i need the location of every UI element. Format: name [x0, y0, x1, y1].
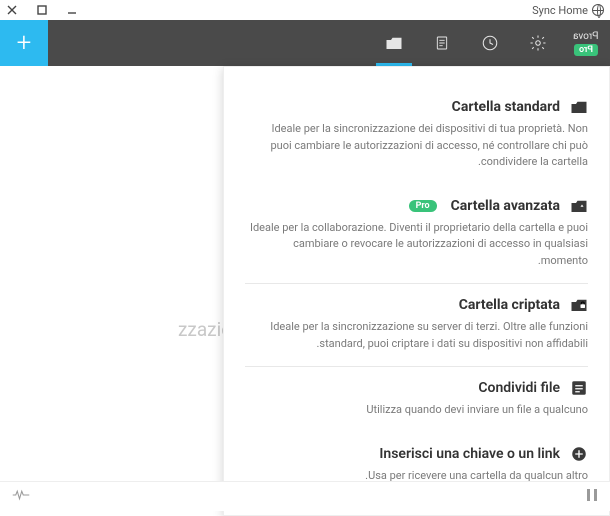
window-title-area: Sync Home — [532, 4, 604, 17]
menu-item-desc: Ideale per la collaborazione. Diventi il… — [248, 220, 588, 270]
status-bar — [0, 481, 610, 511]
document-icon — [434, 35, 450, 51]
add-menu-dropdown: Cartella standard Ideale per la sincroni… — [223, 66, 610, 516]
window-controls — [6, 4, 78, 16]
menu-item-encrypted-folder[interactable]: Cartella criptata Ideale per la sincroni… — [245, 283, 588, 366]
menu-item-title: Inserisci una chiave o un link — [379, 446, 560, 462]
window-title: Sync Home — [532, 4, 588, 17]
trial-label: Prova — [573, 31, 598, 42]
files-tab[interactable] — [418, 20, 466, 66]
minimize-icon[interactable] — [66, 4, 78, 16]
close-icon[interactable] — [6, 4, 18, 16]
menu-item-title: Cartella standard — [452, 99, 560, 115]
add-button[interactable]: + — [0, 20, 48, 66]
folder-icon — [385, 35, 403, 51]
main-toolbar: Prova Pro + — [0, 20, 610, 66]
share-icon — [570, 379, 588, 397]
globe-icon — [592, 4, 604, 16]
menu-item-standard-folder[interactable]: Cartella standard Ideale per la sincroni… — [245, 86, 588, 185]
pro-badge: Pro — [409, 200, 437, 212]
menu-item-title: Cartella criptata — [459, 297, 560, 313]
pro-badge: Pro — [574, 44, 598, 56]
menu-item-desc: Ideale per la sincronizzazione dei dispo… — [248, 121, 588, 171]
menu-item-title: Condividi file — [478, 380, 560, 396]
folder-icon — [570, 98, 588, 116]
menu-item-title: Cartella avanzata — [451, 198, 560, 214]
history-tab[interactable] — [466, 20, 514, 66]
menu-item-desc: Utilizza quando devi inviare un file a q… — [248, 402, 588, 419]
window-titlebar: Sync Home — [0, 0, 610, 20]
folder-advanced-icon — [570, 197, 588, 215]
plus-circle-icon — [570, 445, 588, 463]
settings-tab[interactable] — [514, 20, 562, 66]
pause-button[interactable] — [586, 487, 598, 506]
plus-icon: + — [17, 28, 32, 58]
activity-icon[interactable] — [12, 487, 30, 506]
menu-item-share-file[interactable]: Condividi file Utilizza quando devi invi… — [245, 366, 588, 433]
gear-icon — [529, 34, 547, 52]
menu-item-advanced-folder[interactable]: Cartella avanzata Pro Ideale per la coll… — [245, 185, 588, 284]
folder-lock-icon — [570, 296, 588, 314]
menu-item-desc: Ideale per la sincronizzazione su server… — [248, 319, 588, 352]
history-icon — [481, 34, 499, 52]
folders-tab[interactable] — [370, 20, 418, 66]
maximize-icon[interactable] — [36, 4, 48, 16]
trial-badge[interactable]: Prova Pro — [562, 20, 610, 66]
